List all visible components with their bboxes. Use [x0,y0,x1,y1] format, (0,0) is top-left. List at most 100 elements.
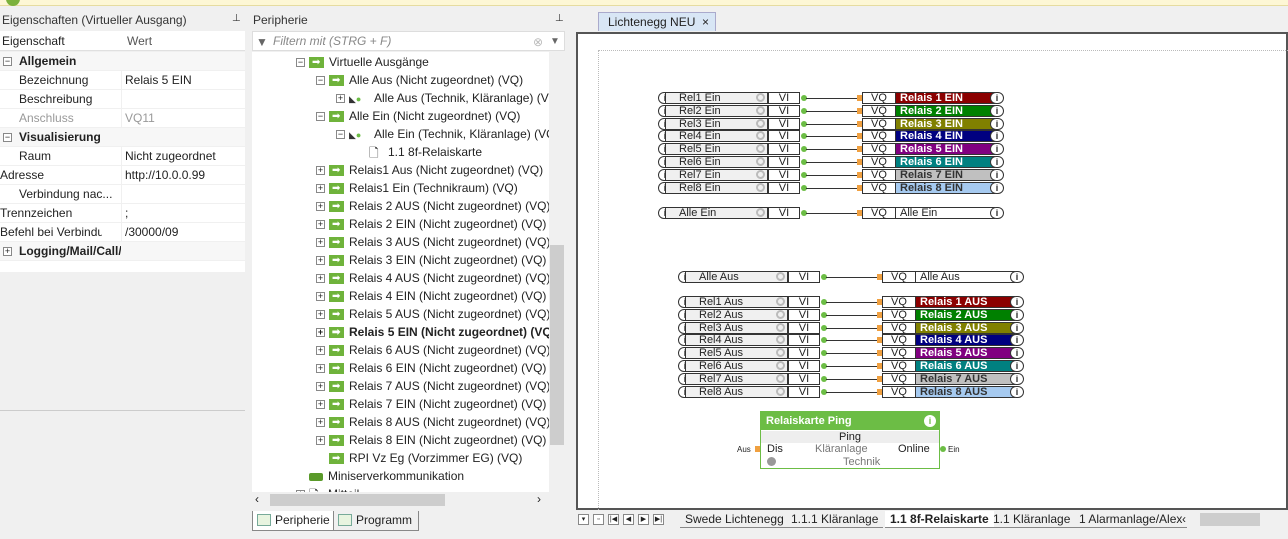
property-row[interactable]: Beschreibung [0,90,245,109]
expand-icon[interactable]: + [316,436,325,446]
expand-icon[interactable]: + [316,346,325,356]
property-value[interactable]: Nicht zugeordnet [125,147,216,166]
virtual-input-block[interactable]: iAlle EinVI [658,207,800,219]
ping-block[interactable]: Relaiskarte Ping i Ping Dis Kläranlage Onli… [760,411,940,469]
collapse-icon[interactable]: − [336,130,345,140]
tree-item[interactable]: − Alle Ein (Nicht zugeordnet) (VQ) [316,107,520,126]
tree-item[interactable]: + Relais 3 EIN (Nicht zugeordnet) (VQ) [316,251,546,270]
expand-icon[interactable]: + [316,166,325,176]
property-value[interactable]: /30000/09 [125,223,178,242]
tree-horizontal-scrollbar[interactable]: ‹ › [252,492,565,508]
virtual-input-block[interactable]: iRel4 EinVI [658,130,800,142]
tree-vertical-scrollbar[interactable] [549,52,565,492]
virtual-input-block[interactable]: iRel1 AusVI [678,296,820,308]
info-icon[interactable]: i [1010,386,1024,398]
prev-icon[interactable]: ◀ [623,514,634,525]
add-input-icon[interactable] [767,457,776,466]
expand-icon[interactable]: + [316,274,325,284]
virtual-output-block[interactable]: VQ Relais 3 EIN i [862,118,1004,130]
virtual-output-block[interactable]: VQ Relais 4 EIN i [862,130,1004,142]
virtual-output-block[interactable]: VQ Relais 6 AUS i [882,360,1024,372]
tree-item[interactable]: + Relais 7 AUS (Nicht zugeordnet) (VQ) [316,377,549,396]
document-tab[interactable]: Lichtenegg NEU × [598,12,716,31]
info-icon[interactable]: i [990,169,1004,181]
collapse-icon[interactable]: − [316,112,325,122]
tree-item[interactable]: + Relais 2 AUS (Nicht zugeordnet) (VQ) [316,197,549,216]
info-icon[interactable]: i [1010,309,1024,321]
virtual-input-block[interactable]: iRel3 EinVI [658,118,800,130]
expand-icon[interactable]: + [316,382,325,392]
expand-icon[interactable]: + [316,202,325,212]
property-category[interactable]: − Visualisierung [0,128,245,147]
property-row[interactable]: Befehl bei Verbindu... /30000/09 [0,223,245,242]
info-icon[interactable]: i [990,143,1004,155]
info-icon[interactable]: i [1010,373,1024,385]
virtual-output-block[interactable]: VQ Relais 4 AUS i [882,334,1024,346]
virtual-output-block[interactable]: VQ Relais 5 AUS i [882,347,1024,359]
virtual-output-block[interactable]: VQ Relais 2 AUS i [882,309,1024,321]
tree-item[interactable]: + Relais 3 AUS (Nicht zugeordnet) (VQ) [316,233,549,252]
tree-item[interactable]: + Relais 8 EIN (Nicht zugeordnet) (VQ) [316,431,546,450]
dropdown-icon[interactable]: ▼ [550,33,560,51]
last-icon[interactable]: ▶| [653,514,664,525]
property-category[interactable]: + Logging/Mail/Call/Track [0,242,245,261]
virtual-input-block[interactable]: iRel4 AusVI [678,334,820,346]
property-value[interactable]: http://10.0.0.99 [125,166,205,185]
info-icon[interactable]: i [1010,322,1024,334]
virtual-output-block[interactable]: VQ Relais 8 EIN i [862,182,1004,194]
page-icon[interactable]: ▫ [593,514,604,525]
sheet-tab[interactable]: 1.1.1 Kläranlage [786,511,884,528]
info-icon[interactable]: i [990,182,1004,194]
tree-item[interactable]: − Virtuelle Ausgänge [296,53,429,72]
output-connector[interactable] [940,446,946,452]
scroll-left-icon[interactable]: ‹ [255,492,259,506]
tree-item[interactable]: + Relais 5 AUS (Nicht zugeordnet) (VQ) [316,305,549,324]
virtual-input-block[interactable]: iRel8 AusVI [678,386,820,398]
tab-programm[interactable]: Programm [333,511,420,531]
collapse-icon[interactable]: − [316,76,325,86]
expand-icon[interactable]: + [316,310,325,320]
tree-item[interactable]: + ◣● Alle Aus (Technik, Kläranlage) (VQ) [336,89,549,107]
virtual-output-block[interactable]: VQ Relais 2 EIN i [862,105,1004,117]
expand-icon[interactable]: + [316,364,325,374]
collapse-icon[interactable]: − [3,133,12,142]
tree-item[interactable]: + Relais 4 EIN (Nicht zugeordnet) (VQ) [316,287,546,306]
info-icon[interactable]: i [990,92,1004,104]
property-row[interactable]: Adresse http://10.0.0.99 [0,166,245,185]
scroll-thumb[interactable] [270,494,445,506]
sheet-tab[interactable]: Swede Lichtenegg [680,511,789,528]
tree-item[interactable]: + Relais 7 EIN (Nicht zugeordnet) (VQ) [316,395,546,414]
tree-item[interactable]: + Relais 5 EIN (Nicht zugeordnet) (VQ) [316,323,549,342]
tree-item[interactable]: + Relais 4 AUS (Nicht zugeordnet) (VQ) [316,269,549,288]
property-category[interactable]: − Allgemein [0,52,245,71]
info-icon[interactable]: i [990,207,1004,219]
tree-item[interactable]: RPI Vz Eg (Vorzimmer EG) (VQ) [316,449,522,468]
property-row[interactable]: Verbindung nac... [0,185,245,204]
tree-item[interactable]: Miniserverkommunikation [296,467,464,485]
info-icon[interactable]: i [1010,271,1024,283]
expand-icon[interactable]: + [316,292,325,302]
property-row[interactable]: Bezeichnung Relais 5 EIN [0,71,245,90]
info-icon[interactable]: i [924,415,936,427]
virtual-input-block[interactable]: iRel1 EinVI [658,92,800,104]
property-row[interactable]: Raum Nicht zugeordnet [0,147,245,166]
scroll-thumb[interactable] [550,245,564,445]
virtual-output-block[interactable]: VQ Relais 1 AUS i [882,296,1024,308]
info-icon[interactable]: i [1010,334,1024,346]
next-icon[interactable]: ▶ [638,514,649,525]
tree-item[interactable]: − Alle Aus (Nicht zugeordnet) (VQ) [316,71,523,90]
virtual-input-block[interactable]: iRel2 AusVI [678,309,820,321]
virtual-input-block[interactable]: iRel7 EinVI [658,169,800,181]
property-row[interactable]: Anschluss VQ11 [0,109,245,128]
virtual-output-block[interactable]: VQ Relais 1 EIN i [862,92,1004,104]
info-icon[interactable]: i [1010,347,1024,359]
first-icon[interactable]: |◀ [608,514,619,525]
expand-icon[interactable]: + [336,94,345,104]
virtual-input-block[interactable]: iRel6 AusVI [678,360,820,372]
info-icon[interactable]: i [990,130,1004,142]
scroll-left-icon[interactable]: ‹ [1182,512,1186,526]
property-row[interactable]: Trennzeichen; [0,204,245,223]
tree-item[interactable]: + Relais1 Aus (Nicht zugeordnet) (VQ) [316,161,543,180]
info-icon[interactable]: i [990,118,1004,130]
virtual-input-block[interactable]: iAlle AusVI [678,271,820,283]
